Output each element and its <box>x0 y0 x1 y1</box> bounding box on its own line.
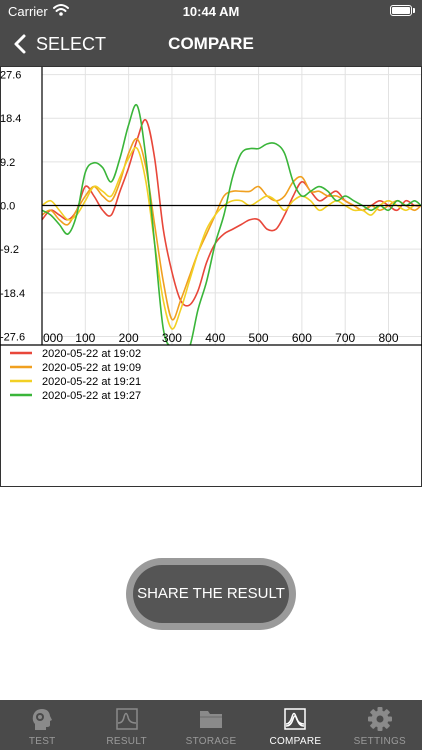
x-tick-label: 800 <box>378 331 398 345</box>
chart-frame <box>0 66 422 487</box>
tab-test[interactable]: TEST <box>0 700 84 750</box>
battery-cap <box>413 8 415 13</box>
tab-test-label: TEST <box>28 736 56 747</box>
x-tick-label: 000 <box>43 331 63 345</box>
chart-svg: 27.6 18.4 9.2 0.0 -9.2 -18.4 -27.6 000 100 200 300… <box>0 66 422 487</box>
x-tick-label: 600 <box>292 331 312 345</box>
tab-compare-label: COMPARE <box>269 736 322 747</box>
x-tick-label: 700 <box>335 331 355 345</box>
tab-settings[interactable]: SETTINGS <box>338 700 422 750</box>
status-bar: Carrier 10:44 AM <box>0 0 422 22</box>
tab-result-label: RESULT <box>106 736 147 747</box>
legend-label-3: 2020-05-22 at 19:21 <box>42 376 141 388</box>
x-tick-label: 500 <box>249 331 269 345</box>
x-tick-label: 100 <box>75 331 95 345</box>
gear-icon <box>367 707 392 731</box>
legend-label-2: 2020-05-22 at 19:09 <box>42 362 141 374</box>
x-tick-label: 300 <box>162 331 182 345</box>
legend-label-1: 2020-05-22 at 19:02 <box>42 348 141 360</box>
y-tick-label: 9.2 <box>0 157 15 169</box>
comparison-chart: 27.6 18.4 9.2 0.0 -9.2 -18.4 -27.6 000 100 200 300… <box>0 66 422 488</box>
y-tick-label: 27.6 <box>0 70 21 82</box>
share-result-button[interactable]: SHARE THE RESULT <box>133 565 289 623</box>
tab-settings-label: SETTINGS <box>353 736 407 747</box>
clock: 10:44 AM <box>182 4 240 19</box>
page-title: COMPARE <box>168 34 254 53</box>
navigation-bar: SELECT COMPARE <box>0 22 422 66</box>
head-icon <box>32 709 53 730</box>
tab-storage[interactable]: STORAGE <box>169 700 253 750</box>
y-tick-label: -9.2 <box>0 244 19 256</box>
tab-bar: TEST RESULT STORAGE COMPARE SETTINGS <box>0 700 422 750</box>
x-tick-label: 200 <box>119 331 139 345</box>
compare-waveform-icon <box>284 708 307 730</box>
y-tick-label: -18.4 <box>0 288 25 300</box>
x-tick-label: 400 <box>205 331 225 345</box>
y-tick-label: 0.0 <box>0 201 15 213</box>
folder-icon <box>200 711 223 728</box>
tab-storage-label: STORAGE <box>185 736 237 747</box>
waveform-icon <box>115 708 138 730</box>
battery-icon <box>390 5 412 16</box>
y-tick-label: 18.4 <box>0 113 21 125</box>
legend-label-4: 2020-05-22 at 19:27 <box>42 390 141 402</box>
tab-result[interactable]: RESULT <box>84 700 168 750</box>
y-tick-label: -27.6 <box>0 331 25 343</box>
tab-compare[interactable]: COMPARE <box>253 700 337 750</box>
